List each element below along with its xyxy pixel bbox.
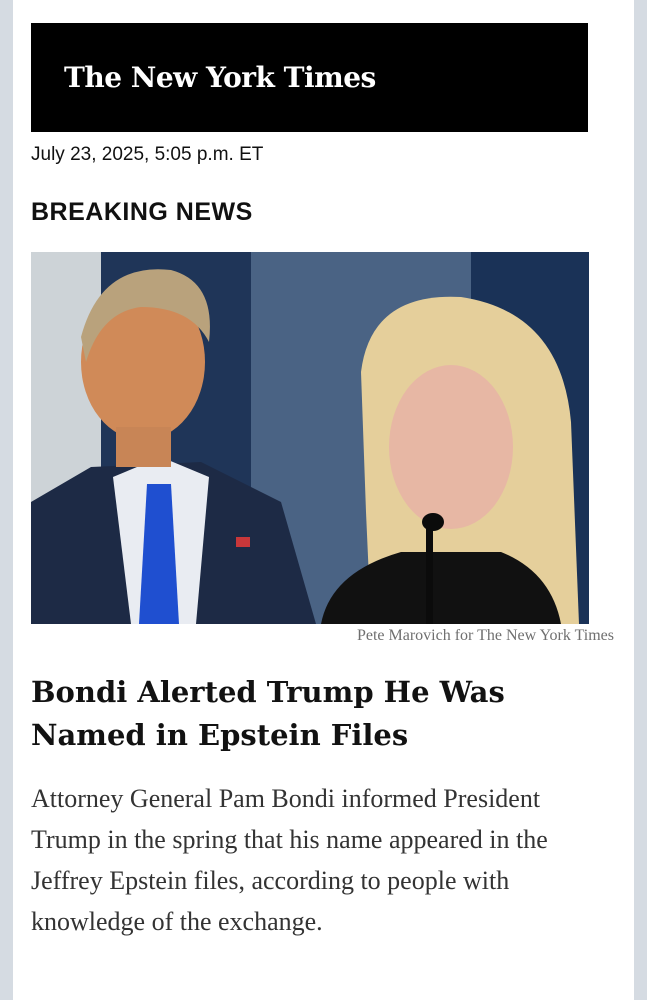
photo-illustration [31, 252, 589, 624]
article-photo[interactable] [31, 252, 589, 624]
nyt-logo: The New York Times [64, 61, 376, 94]
article-summary: Attorney General Pam Bondi informed Pres… [31, 784, 548, 936]
masthead[interactable]: The New York Times [31, 23, 588, 132]
article-headline[interactable]: Bondi Alerted Trump He Was Named in Epst… [31, 671, 591, 757]
breaking-news-label: BREAKING NEWS [31, 198, 253, 226]
dateline: July 23, 2025, 5:05 p.m. ET [31, 144, 264, 165]
photo-credit: Pete Marovich for The New York Times [356, 627, 614, 644]
